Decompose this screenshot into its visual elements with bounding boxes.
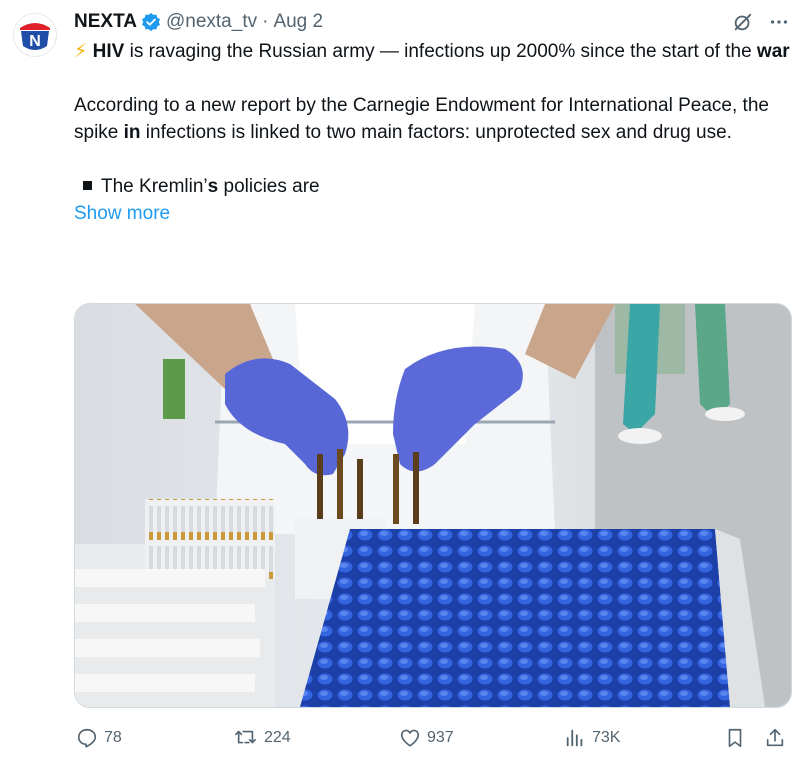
bold-hiv: HIV (92, 41, 125, 62)
square-bullet-icon (83, 181, 92, 191)
repost-button[interactable]: 224 (234, 722, 291, 754)
headline-text: is ravaging the Russian army — infection… (124, 41, 757, 62)
author-name[interactable]: NEXTA (74, 11, 137, 33)
author-handle[interactable]: @nexta_tv (166, 11, 257, 33)
reply-icon (77, 728, 97, 748)
show-more-link[interactable]: Show more (74, 200, 170, 227)
tweet-paragraph-2: According to a new report by the Carnegi… (74, 92, 794, 146)
header-actions (732, 9, 790, 35)
tweet-date[interactable]: Aug 2 (273, 11, 323, 33)
nexta-logo-icon: N (14, 14, 56, 56)
verified-badge-icon (141, 12, 160, 32)
lightning-icon: ⚡ (74, 41, 88, 62)
tweet-header: NEXTA @nexta_tv · Aug 2 (74, 9, 790, 35)
tweet-headline: ⚡ HIV is ravaging the Russian army — inf… (74, 38, 794, 65)
paragraph-2-text-b: infections is linked to two main factors… (140, 122, 732, 143)
paragraph-3-text-b: policies are (218, 176, 320, 197)
reply-button[interactable]: 78 (76, 722, 122, 754)
share-icon (766, 728, 784, 747)
tweet-media-image[interactable] (74, 303, 792, 708)
heart-icon (400, 729, 420, 747)
repost-icon (235, 730, 256, 744)
lab-photo (75, 304, 791, 707)
tweet-actions: 78 224 937 73K (74, 722, 794, 754)
like-button[interactable]: 937 (399, 722, 454, 754)
views-count: 73K (592, 729, 621, 746)
paragraph-3-text-a: The Kremlin’ (101, 176, 208, 197)
repost-count: 224 (264, 729, 291, 746)
separator-dot: · (262, 11, 269, 32)
tweet-paragraph-3: The Kremlin’s policies are (74, 173, 794, 200)
bookmark-icon (728, 728, 742, 748)
avatar[interactable]: N (13, 13, 57, 57)
tweet: N NEXTA @nexta_tv · Aug 2 ⚡ HIV is ravag… (0, 0, 810, 768)
reply-count: 78 (104, 729, 122, 746)
like-count: 937 (427, 729, 454, 746)
tweet-text: ⚡ HIV is ravaging the Russian army — inf… (74, 38, 794, 227)
bold-war: war (756, 41, 790, 62)
bookmark-button[interactable] (724, 722, 746, 754)
views-icon (566, 729, 583, 747)
grok-icon[interactable] (732, 11, 754, 33)
paragraph-3-bold: s (207, 176, 219, 197)
share-button[interactable] (764, 722, 786, 754)
paragraph-2-bold: in (123, 122, 141, 143)
more-icon[interactable] (768, 11, 790, 33)
avatar-letter: N (29, 33, 41, 50)
views-button[interactable]: 73K (564, 722, 620, 754)
